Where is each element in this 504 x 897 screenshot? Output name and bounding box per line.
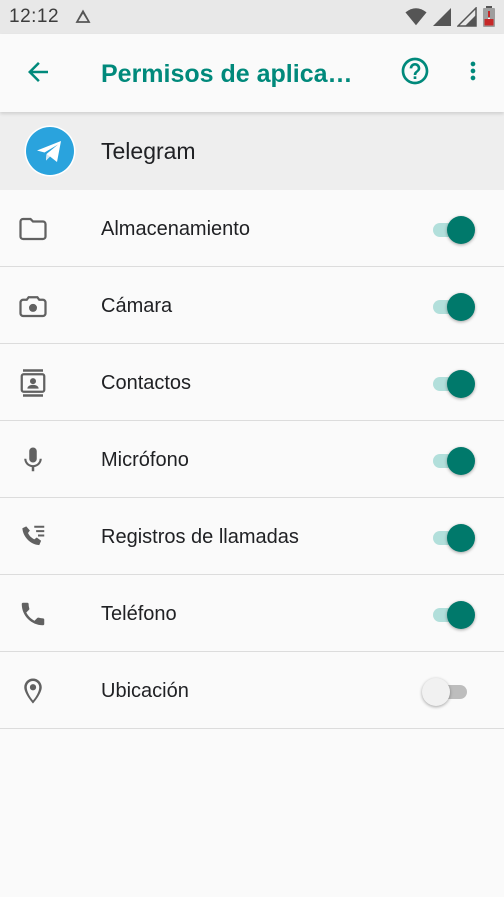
permission-label: Almacenamiento [101,218,250,240]
microphone-icon [18,445,48,475]
permission-row-ubicacion[interactable]: Ubicación [0,652,504,729]
drive-upload-icon [73,7,93,27]
permission-label: Registros de llamadas [101,526,299,548]
signal-icon [456,6,477,32]
permission-label: Ubicación [101,680,189,702]
permission-label: Cámara [101,295,173,317]
permission-row-contactos[interactable]: Contactos [0,344,504,421]
battery-low-icon [482,6,496,33]
help-circle-icon [399,55,431,92]
arrow-back-icon [23,57,53,92]
permission-toggle[interactable] [431,522,477,552]
wifi-icon [405,7,427,32]
permission-label: Teléfono [101,603,177,625]
phone-icon [18,599,48,629]
permission-row-almacenamiento[interactable]: Almacenamiento [0,190,504,267]
permission-row-telefono[interactable]: Teléfono [0,575,504,652]
app-bar: Permisos de aplica… [0,34,504,112]
permission-toggle[interactable] [431,291,477,321]
permission-row-camara[interactable]: Cámara [0,267,504,344]
back-button[interactable] [20,56,56,92]
call-log-icon [18,522,48,552]
more-vert-icon [459,57,487,90]
permission-row-microfono[interactable]: Micrófono [0,421,504,498]
permission-toggle[interactable] [431,214,477,244]
status-time: 12:12 [9,6,60,27]
telegram-logo-icon [24,125,76,177]
permission-toggle[interactable] [431,599,477,629]
more-options-button[interactable] [458,54,488,92]
permission-toggle[interactable] [431,445,477,475]
permission-toggle[interactable] [422,676,477,706]
permission-label: Micrófono [101,449,189,471]
status-icons [405,6,496,33]
permission-toggle[interactable] [431,368,477,398]
camera-icon [18,291,48,321]
help-button[interactable] [396,54,434,92]
location-icon [18,676,48,706]
permission-row-registros-de-llamadas[interactable]: Registros de llamadas [0,498,504,575]
app-name: Telegram [101,138,196,164]
folder-icon [18,214,48,244]
status-bar: 12:12 [0,0,504,34]
contacts-icon [18,368,48,398]
signal-icon [432,7,452,32]
permission-list: Almacenamiento Cámara Contactos Micrófon… [0,190,504,729]
page-title: Permisos de aplica… [101,60,353,88]
permission-label: Contactos [101,372,192,394]
app-header: Telegram [0,112,504,190]
